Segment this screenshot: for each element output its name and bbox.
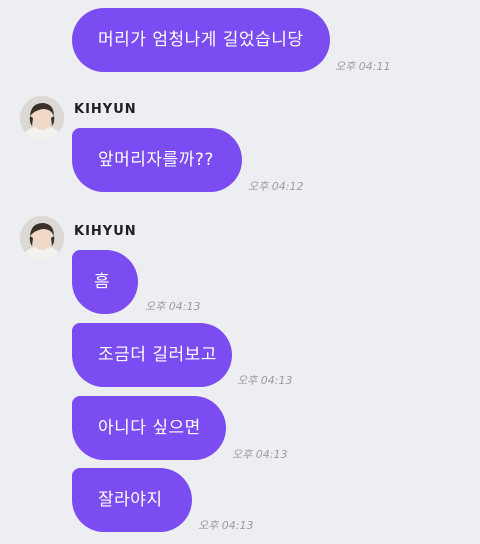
sender-name: KIHYUN <box>74 224 137 239</box>
message-time: 오후 04:11 <box>335 60 391 73</box>
avatar-icon <box>20 96 64 140</box>
message-bubble[interactable]: 머리가 엄청나게 길었습니당 <box>72 8 330 72</box>
message-text: 잘라야지 <box>98 490 163 510</box>
message-time: 오후 04:13 <box>145 300 201 313</box>
message-bubble[interactable]: 조금더 길러보고 <box>72 323 232 387</box>
message-text: 조금더 길러보고 <box>98 345 217 365</box>
avatar-icon <box>20 216 64 260</box>
message-bubble[interactable]: 아니다 싶으면 <box>72 396 226 460</box>
message-text: 아니다 싶으면 <box>98 418 201 438</box>
message-text: 흠 <box>94 272 111 292</box>
message-time: 오후 04:13 <box>237 374 293 387</box>
sender-name: KIHYUN <box>74 102 137 117</box>
message-bubble[interactable]: 흠 <box>72 250 138 314</box>
message-text: 앞머리자를까?? <box>98 150 214 170</box>
message-text: 머리가 엄청나게 길었습니당 <box>98 30 304 50</box>
chat-area[interactable]: 머리가 엄청나게 길었습니당 오후 04:11 KIHYUN 앞머리자를까?? … <box>0 0 480 544</box>
message-time: 오후 04:13 <box>198 519 254 532</box>
sender-avatar[interactable] <box>20 96 64 140</box>
message-bubble[interactable]: 잘라야지 <box>72 468 192 532</box>
sender-avatar[interactable] <box>20 216 64 260</box>
message-time: 오후 04:12 <box>248 180 304 193</box>
message-time: 오후 04:13 <box>232 448 288 461</box>
message-bubble[interactable]: 앞머리자를까?? <box>72 128 242 192</box>
